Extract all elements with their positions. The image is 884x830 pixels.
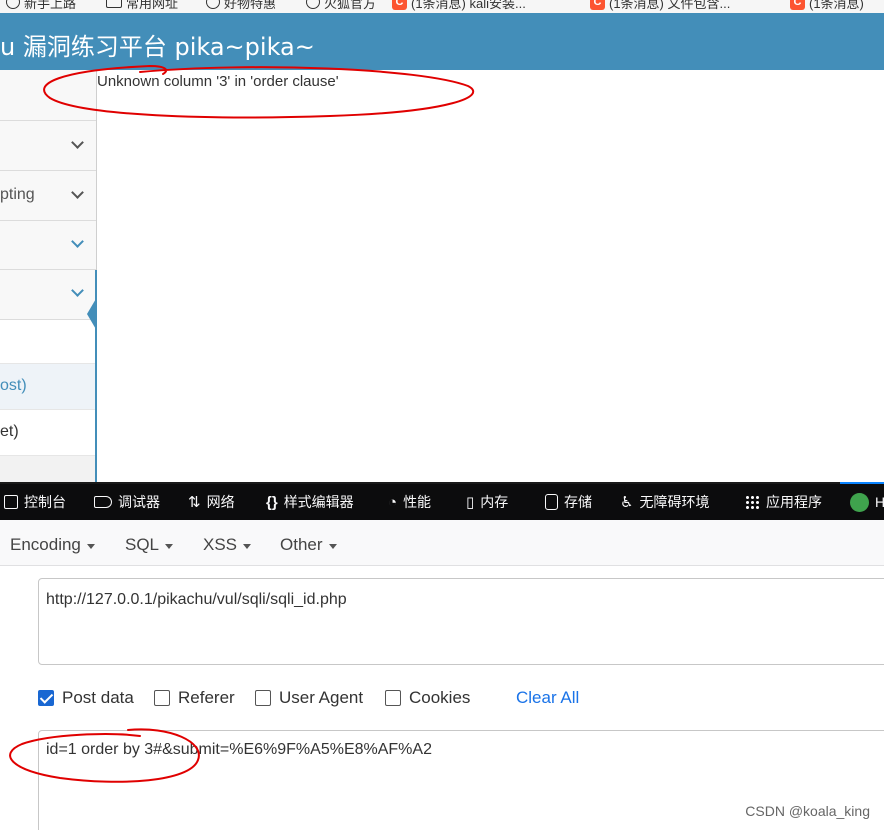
braces-icon: {} <box>266 493 278 511</box>
tab-memory[interactable]: ▯ 内存 <box>466 484 508 520</box>
checkbox-icon[interactable] <box>385 690 401 706</box>
chevron-down-icon <box>71 235 84 248</box>
bookmark-item[interactable]: C (1条消息) 文件包含... <box>590 0 730 11</box>
sidebar-item[interactable]: pting <box>0 171 96 221</box>
caret-down-icon <box>328 544 337 549</box>
sql-error-message: Unknown column '3' in 'order clause' <box>97 73 339 90</box>
tab-application[interactable]: 应用程序 <box>745 484 822 520</box>
sidebar-item[interactable] <box>0 221 96 270</box>
post-data-value: id=1 order by 3#&submit=%E6%9F%A5%E8%AF%… <box>46 741 432 758</box>
csdn-icon: C <box>392 0 407 10</box>
bookmarks-bar: 新手上路 常用网址 好物特惠 火狐官方 C (1条消息) kali安装... C(… <box>0 0 884 13</box>
checkbox-icon[interactable] <box>154 690 170 706</box>
sidebar-sub-item-active[interactable]: ost) <box>0 364 96 410</box>
menu-encoding[interactable]: Encoding <box>10 535 95 555</box>
network-icon: ⇅ <box>188 494 201 511</box>
accessibility-icon: ♿ <box>620 494 634 511</box>
globe-icon <box>306 0 320 9</box>
csdn-watermark: CSDN @koala_king <box>745 803 870 819</box>
caret-down-icon <box>165 544 174 549</box>
bookmark-item[interactable]: 好物特惠 <box>206 0 276 11</box>
tab-hackbar[interactable]: H <box>850 484 884 520</box>
site-header: u 漏洞练习平台 pika~pika~ <box>0 13 884 70</box>
hackbar-toolbar: Encoding SQL XSS Other <box>0 520 884 566</box>
tab-performance[interactable]: ◔ 性能 <box>388 484 431 520</box>
sidebar-item[interactable] <box>0 121 96 171</box>
bookmark-item[interactable]: 常用网址 <box>106 0 178 11</box>
gauge-icon: ◔ <box>388 493 398 511</box>
console-icon <box>4 495 18 509</box>
site-title[interactable]: u 漏洞练习平台 pika~pika~ <box>0 27 315 62</box>
tab-debugger[interactable]: 调试器 <box>94 484 160 520</box>
memory-icon: ▯ <box>466 494 475 511</box>
caret-down-icon <box>243 544 252 549</box>
user-agent-checkbox[interactable]: User Agent <box>255 688 363 708</box>
caret-down-icon <box>86 544 95 549</box>
tab-network[interactable]: ⇅ 网络 <box>188 484 235 520</box>
apps-grid-icon <box>745 494 760 510</box>
folder-icon <box>106 0 122 8</box>
menu-sql[interactable]: SQL <box>125 535 174 555</box>
sidebar-item[interactable] <box>0 270 96 320</box>
globe-icon <box>6 0 20 9</box>
cookies-checkbox[interactable]: Cookies <box>385 688 470 708</box>
menu-other[interactable]: Other <box>280 535 337 555</box>
checkbox-icon[interactable] <box>255 690 271 706</box>
url-value: http://127.0.0.1/pikachu/vul/sqli/sqli_i… <box>46 591 347 608</box>
post-data-checkbox[interactable]: Post data <box>38 688 134 708</box>
menu-xss[interactable]: XSS <box>203 535 252 555</box>
bookmark-item[interactable]: C (1条消息) kali安装... <box>392 0 526 11</box>
storage-icon <box>545 494 558 510</box>
chevron-down-icon <box>71 136 84 149</box>
url-input[interactable]: http://127.0.0.1/pikachu/vul/sqli/sqli_i… <box>38 578 884 665</box>
tab-storage[interactable]: 存储 <box>545 484 592 520</box>
tab-style-editor[interactable]: {} 样式编辑器 <box>266 484 354 520</box>
active-indicator-arrow <box>87 297 97 331</box>
tab-console[interactable]: 控制台 <box>4 484 66 520</box>
chevron-down-icon <box>71 186 84 199</box>
referer-checkbox[interactable]: Referer <box>154 688 235 708</box>
bookmark-item[interactable]: C (1条消息) <box>790 0 864 11</box>
debugger-icon <box>94 496 112 508</box>
globe-icon <box>206 0 220 9</box>
checkbox-checked-icon[interactable] <box>38 690 54 706</box>
sidebar: pting ost) et) <box>0 70 97 482</box>
hackbar-icon <box>850 492 869 512</box>
bookmark-item[interactable]: 新手上路 <box>6 0 76 11</box>
tab-accessibility[interactable]: ♿ 无障碍环境 <box>620 484 709 520</box>
bookmark-item[interactable]: 火狐官方 <box>306 0 376 11</box>
devtools-tabbar: 控制台 调试器 ⇅ 网络 {} 样式编辑器 ◔ 性能 ▯ 内存 存储 ♿ 无障碍… <box>0 482 884 520</box>
sidebar-sub-item[interactable]: et) <box>0 410 96 456</box>
csdn-icon: C <box>590 0 605 10</box>
sidebar-item-top[interactable] <box>0 70 96 121</box>
sidebar-sub-item[interactable] <box>0 320 96 364</box>
csdn-icon: C <box>790 0 805 10</box>
chevron-down-icon <box>71 284 84 297</box>
clear-all-button[interactable]: Clear All <box>516 688 579 708</box>
